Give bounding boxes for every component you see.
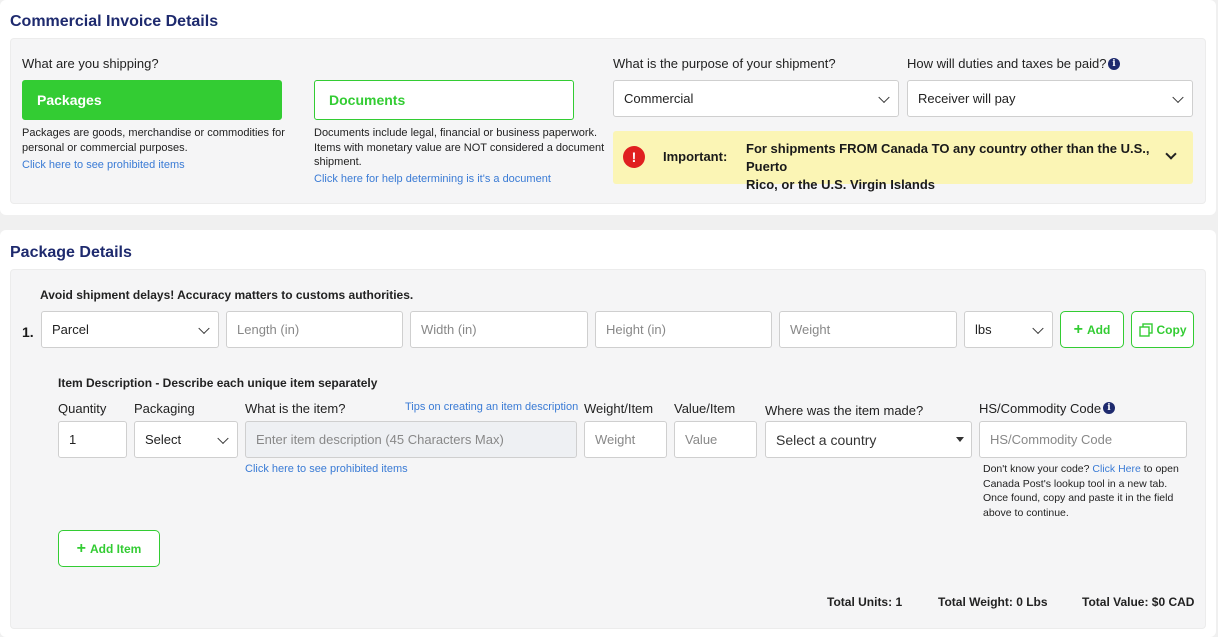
documents-help-link[interactable]: Click here for help determining is it's … — [314, 173, 551, 185]
hs-help-line: Canada Post's lookup tool in a new tab. — [983, 477, 1168, 490]
row-number: 1. — [22, 324, 34, 340]
invoice-title: Commercial Invoice Details — [10, 13, 219, 30]
add-item-button[interactable]: + Add Item — [58, 530, 160, 567]
add-package-button[interactable]: + Add — [1060, 311, 1124, 348]
quantity-label: Quantity — [58, 401, 107, 416]
plus-icon: + — [76, 539, 86, 557]
width-input[interactable]: Width (in) — [410, 311, 588, 348]
purpose-question: What is the purpose of your shipment? — [613, 56, 836, 71]
commercial-invoice-card: Commercial Invoice Details What are you … — [0, 0, 1216, 215]
purpose-select[interactable]: Commercial — [613, 80, 899, 117]
tips-link[interactable]: Tips on creating an item description — [405, 401, 578, 413]
documents-desc-line: Documents include legal, financial or bu… — [314, 127, 598, 139]
invoice-panel: What are you shipping? Packages Packages… — [10, 38, 1206, 204]
info-icon[interactable]: i — [1103, 402, 1115, 414]
hs-help-text-part: to open — [1143, 463, 1179, 475]
total-weight: Total Weight: 0 Lbs — [938, 595, 1048, 609]
hs-lookup-link[interactable]: Click Here — [1092, 463, 1140, 475]
important-label: Important: — [663, 149, 728, 164]
weight-item-label: Weight/Item — [584, 401, 654, 416]
packages-desc-line: Packages are goods, merchandise or commo… — [22, 127, 285, 139]
weight-unit-select[interactable]: lbs — [964, 311, 1053, 348]
documents-desc-line: shipment. — [314, 156, 362, 168]
what-label: What is the item? — [245, 401, 346, 416]
hs-code-input[interactable]: HS/Commodity Code — [979, 421, 1187, 458]
hs-label: HS/Commodity Code — [979, 401, 1102, 416]
packaging-select-value: Select — [145, 432, 182, 447]
documents-description: Documents include legal, financial or bu… — [314, 126, 604, 170]
item-heading: Item Description - Describe each unique … — [58, 376, 378, 390]
item-value-input[interactable]: Value — [674, 421, 757, 458]
country-select-value: Select a country — [776, 431, 877, 448]
copy-package-label: Copy — [1156, 322, 1187, 337]
documents-button[interactable]: Documents — [314, 80, 574, 120]
documents-button-label: Documents — [329, 92, 406, 108]
chevron-down-icon — [1032, 322, 1044, 334]
chevron-down-icon — [198, 322, 210, 334]
packaging-select[interactable]: Select — [134, 421, 238, 458]
item-description-input[interactable]: Enter item description (45 Characters Ma… — [245, 421, 577, 458]
height-input[interactable]: Height (in) — [595, 311, 772, 348]
hs-help-line: Don't know your code? Click Here to open — [983, 462, 1193, 477]
item-weight-input[interactable]: Weight — [584, 421, 667, 458]
important-text: For shipments FROM Canada TO any country… — [746, 140, 1193, 194]
made-label: Where was the item made? — [765, 403, 924, 418]
total-units: Total Units: 1 — [827, 595, 903, 609]
copy-icon — [1138, 322, 1153, 337]
duties-select[interactable]: Receiver will pay — [907, 80, 1193, 117]
hs-help-line: Once found, copy and paste it in the fie… — [983, 492, 1174, 504]
package-type-value: Parcel — [52, 322, 89, 337]
copy-package-button[interactable]: Copy — [1131, 311, 1194, 348]
packages-desc-line: personal or commercial purposes. — [22, 141, 188, 154]
country-select[interactable]: Select a country — [765, 421, 972, 458]
package-details-card: Package Details Avoid shipment delays! A… — [0, 230, 1216, 637]
packages-button-label: Packages — [37, 92, 102, 108]
important-text-line: Rico, or the U.S. Virgin Islands — [746, 177, 936, 192]
chevron-down-icon — [878, 91, 890, 103]
length-input[interactable]: Length (in) — [226, 311, 403, 348]
packages-description: Packages are goods, merchandise or commo… — [22, 126, 285, 155]
shipping-question: What are you shipping? — [22, 56, 159, 71]
add-item-label: Add Item — [90, 541, 142, 556]
chevron-down-icon — [1172, 91, 1184, 103]
quantity-input[interactable]: 1 — [58, 421, 127, 458]
purpose-select-value: Commercial — [624, 91, 694, 106]
duties-question: How will duties and taxes be paid? — [907, 56, 1107, 71]
item-prohibited-link[interactable]: Click here to see prohibited items — [245, 463, 408, 475]
packaging-label: Packaging — [134, 401, 195, 416]
plus-icon: + — [1073, 320, 1083, 338]
hs-help-line: above to continue. — [983, 506, 1069, 519]
important-text-line: For shipments FROM Canada TO any country… — [746, 141, 1150, 174]
chevron-down-icon — [217, 432, 229, 444]
value-item-label: Value/Item — [674, 401, 736, 416]
add-package-label: Add — [1087, 322, 1111, 337]
package-type-select[interactable]: Parcel — [41, 311, 219, 348]
packages-button[interactable]: Packages — [22, 80, 282, 120]
documents-desc-line: Items with monetary value are NOT consid… — [314, 141, 605, 154]
package-panel: Avoid shipment delays! Accuracy matters … — [10, 269, 1206, 629]
packages-prohibited-link[interactable]: Click here to see prohibited items — [22, 159, 185, 171]
alert-icon: ! — [623, 146, 645, 168]
weight-unit-value: lbs — [975, 322, 992, 337]
duties-select-value: Receiver will pay — [918, 91, 1016, 106]
accuracy-warning: Avoid shipment delays! Accuracy matters … — [40, 288, 414, 302]
hs-help-text-part: Don't know your code? — [983, 463, 1090, 475]
package-title: Package Details — [10, 244, 132, 261]
caret-down-icon — [956, 437, 964, 442]
package-weight-input[interactable]: Weight — [779, 311, 957, 348]
hs-help-text: Don't know your code? Click Here to open… — [983, 462, 1193, 520]
total-value: Total Value: $0 CAD — [1082, 595, 1195, 609]
info-icon[interactable]: i — [1108, 58, 1120, 70]
important-notice[interactable]: ! Important: For shipments FROM Canada T… — [613, 131, 1193, 192]
